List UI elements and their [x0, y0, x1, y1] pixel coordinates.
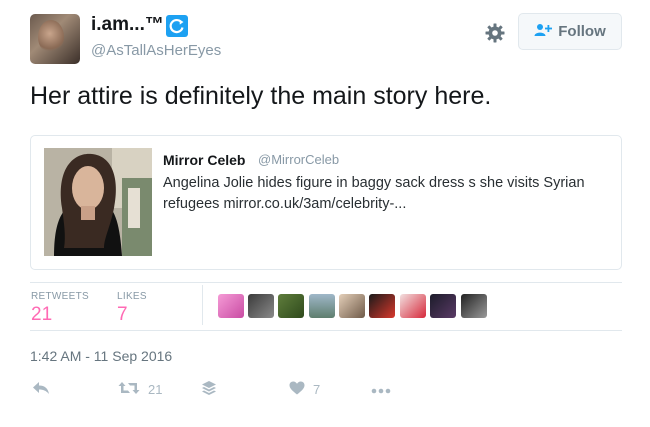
- reply-icon: [32, 381, 50, 398]
- more-button[interactable]: [371, 380, 391, 398]
- buffer-button[interactable]: [201, 380, 217, 398]
- tweet-timestamp[interactable]: 1:42 AM - 11 Sep 2016: [30, 348, 172, 364]
- liker-avatar[interactable]: [248, 294, 274, 318]
- liker-avatar[interactable]: [369, 294, 395, 318]
- liker-avatar[interactable]: [278, 294, 304, 318]
- like-button[interactable]: 7: [289, 380, 320, 398]
- quoted-author-handle[interactable]: @MirrorCeleb: [258, 152, 339, 167]
- tweet-text: Her attire is definitely the main story …: [30, 82, 492, 110]
- liker-avatar[interactable]: [461, 294, 487, 318]
- stats-divider: [202, 285, 203, 325]
- liker-avatar[interactable]: [309, 294, 335, 318]
- retweet-icon: [118, 381, 140, 398]
- likes-count[interactable]: 7: [117, 304, 128, 326]
- likes-label[interactable]: LIKES: [117, 291, 147, 302]
- follow-person-icon: [534, 23, 553, 41]
- divider: [30, 282, 622, 283]
- reply-button[interactable]: [32, 380, 50, 398]
- liker-avatar[interactable]: [218, 294, 244, 318]
- retweet-button[interactable]: 21: [118, 380, 162, 398]
- quoted-author-name[interactable]: Mirror Celeb: [163, 152, 245, 168]
- quoted-tweet-image[interactable]: [44, 148, 152, 256]
- heart-icon: [289, 381, 305, 398]
- author-avatar[interactable]: [30, 14, 80, 64]
- divider: [30, 330, 622, 331]
- author-display-name[interactable]: i.am...™: [91, 14, 164, 36]
- more-icon: [371, 382, 391, 397]
- liker-avatar[interactable]: [400, 294, 426, 318]
- liker-avatar[interactable]: [339, 294, 365, 318]
- quoted-tweet-text: Angelina Jolie hides figure in baggy sac…: [163, 175, 585, 212]
- retweets-label[interactable]: RETWEETS: [31, 291, 89, 302]
- gear-icon[interactable]: [484, 22, 506, 44]
- like-count: 7: [313, 381, 321, 397]
- follow-label: Follow: [558, 23, 606, 40]
- verified-refresh-icon: [166, 15, 188, 37]
- follow-button[interactable]: Follow: [518, 13, 622, 50]
- buffer-stack-icon: [201, 380, 217, 399]
- retweets-count[interactable]: 21: [31, 304, 52, 326]
- liker-avatar[interactable]: [430, 294, 456, 318]
- retweet-count: 21: [148, 381, 163, 397]
- author-handle[interactable]: @AsTallAsHerEyes: [91, 42, 221, 59]
